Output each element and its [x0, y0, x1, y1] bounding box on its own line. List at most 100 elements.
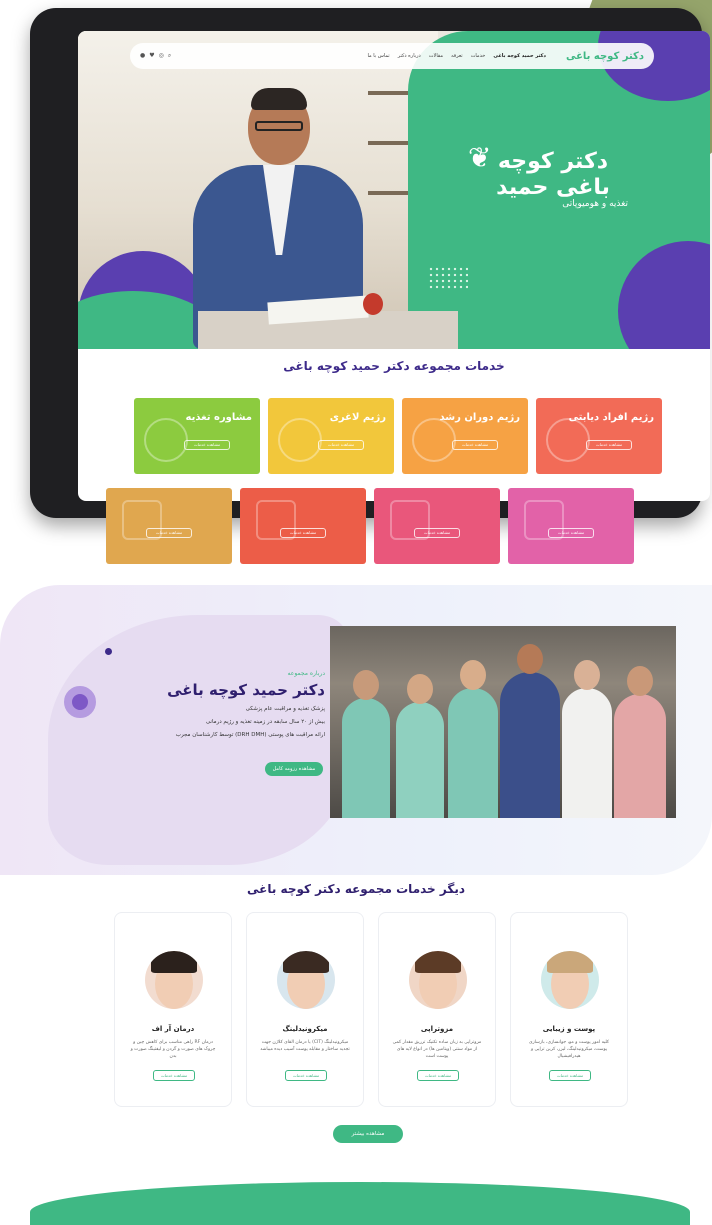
team-member-head — [353, 670, 379, 700]
nav-item-home[interactable]: دکتر حمید کوچه باغی — [493, 53, 546, 59]
hair-shape — [547, 951, 593, 973]
service-tile-button[interactable]: مشاهده خدمات — [184, 440, 230, 450]
service-card-title: پوست و زیبایی — [542, 1025, 596, 1033]
team-member-head — [460, 660, 486, 690]
service-card-description: کلیه امور پوست و مو، جوانسازی، بازسازی پ… — [528, 1040, 610, 1059]
page: ❦ دکتر کوچه باغی حمید تغذیه و هومیوپاتی … — [0, 0, 712, 1225]
fruit-illustration-icon — [412, 418, 456, 462]
ring-decoration — [64, 686, 96, 718]
instagram-icon[interactable]: ◎ — [159, 52, 164, 60]
service-card-button[interactable]: مشاهده خدمات — [285, 1070, 327, 1081]
service-tile-button[interactable]: مشاهده خدمات — [318, 440, 364, 450]
fruit-illustration-icon — [546, 418, 590, 462]
tablet-screen: ❦ دکتر کوچه باغی حمید تغذیه و هومیوپاتی … — [78, 31, 710, 501]
service-tile-button[interactable]: مشاهده خدمات — [280, 528, 326, 538]
doctor-in-team — [500, 644, 560, 818]
vegetable-illustration-icon — [144, 418, 188, 462]
service-card-image — [145, 951, 203, 1009]
services-title: خدمات مجموعه دکتر حمید کوچه باغی — [283, 359, 505, 373]
service-card-title: میکرونیدلینگ — [282, 1025, 328, 1033]
service-tile[interactable]: مشاهده خدمات — [240, 488, 366, 564]
service-tile-button[interactable]: مشاهده خدمات — [452, 440, 498, 450]
services-grid-row2: مشاهده خدمات مشاهده خدمات مشاهده خدمات م… — [104, 488, 634, 564]
dot-pattern — [428, 266, 468, 290]
about-line: پزشک تغذیه و مراقبت عام پزشکی — [245, 706, 325, 712]
fruit-illustration-icon — [278, 418, 322, 462]
apple — [363, 293, 383, 315]
team-member-head — [574, 660, 600, 690]
service-tile-name: رژیم دوران رشد — [439, 412, 520, 423]
service-card-image — [277, 951, 335, 1009]
other-services-title: دیگر خدمات مجموعه دکتر کوچه باغی — [247, 882, 465, 896]
doctor-glasses — [255, 121, 303, 131]
nav-item-services[interactable]: خدمات — [471, 53, 486, 59]
hair-shape — [283, 951, 329, 973]
hero-banner: ❦ دکتر کوچه باغی حمید تغذیه و هومیوپاتی … — [78, 31, 710, 349]
team-photo — [330, 626, 676, 818]
service-tile-weight-loss[interactable]: رژیم لاغری مشاهده خدمات — [268, 398, 394, 474]
main-navbar: دکتر کوچه باغی دکتر حمید کوچه باغی خدمات… — [130, 43, 654, 69]
dot-decoration — [105, 648, 112, 655]
service-tile-name: مشاوره تغذیه — [185, 412, 252, 423]
service-card-button[interactable]: مشاهده خدمات — [549, 1070, 591, 1081]
hero-logo-subtitle: تغذیه و هومیوپاتی — [562, 199, 628, 209]
service-tile[interactable]: مشاهده خدمات — [374, 488, 500, 564]
service-card-description: درمان RF راهی مناسب برای کاهش چین و چروک… — [130, 1040, 216, 1059]
services-grid: رژیم افراد دیابتی مشاهده خدمات رژیم دورا… — [132, 398, 662, 474]
service-tile-button[interactable]: مشاهده خدمات — [548, 528, 594, 538]
about-kicker: درباره مجموعه — [287, 670, 325, 677]
service-tile-nutrition[interactable]: مشاوره تغذیه مشاهده خدمات — [134, 398, 260, 474]
nav-item-about[interactable]: درباره دکتر — [398, 53, 421, 59]
hair-shape — [415, 951, 461, 973]
twitter-icon[interactable]: ♥ — [149, 52, 154, 60]
service-card-microneedling[interactable]: میکرونیدلینگ میکرونیدلینگ (CIT) یا درمان… — [246, 912, 364, 1107]
team-member — [342, 670, 390, 818]
tablet-mockup: ❦ دکتر کوچه باغی حمید تغذیه و هومیوپاتی … — [30, 8, 710, 518]
nav-item-tariff[interactable]: تعرفه — [451, 53, 463, 59]
full-resume-button[interactable]: مشاهده رزومه کامل — [265, 762, 323, 776]
service-tile-name: رژیم افراد دیابتی — [568, 412, 654, 423]
service-card-title: مزوتراپی — [420, 1025, 454, 1033]
team-member-head — [517, 644, 543, 674]
service-tile-button[interactable]: مشاهده خدمات — [414, 528, 460, 538]
team-member — [614, 666, 666, 818]
doctor-hair — [251, 88, 307, 110]
team-member — [562, 660, 612, 818]
nav-item-contact[interactable]: تماس با ما — [367, 53, 389, 59]
nav-logo[interactable]: دکتر کوچه باغی — [566, 51, 644, 62]
service-card-skin-beauty[interactable]: پوست و زیبایی کلیه امور پوست و مو، جوانس… — [510, 912, 628, 1107]
service-tile[interactable]: مشاهده خدمات — [106, 488, 232, 564]
other-services-cards: پوست و زیبایی کلیه امور پوست و مو، جوانس… — [112, 912, 628, 1107]
service-card-image — [541, 951, 599, 1009]
hair-shape — [151, 951, 197, 973]
service-card-image — [409, 951, 467, 1009]
nav-icons: ⌕ ◎ ♥ ● — [140, 52, 171, 60]
search-icon[interactable]: ⌕ — [168, 52, 171, 60]
about-wave-shape — [48, 615, 348, 865]
service-card-mesotherapy[interactable]: مزوتراپی مزوتراپی به زبان ساده تکنیک تزر… — [378, 912, 496, 1107]
team-member — [448, 660, 498, 818]
service-card-description: میکرونیدلینگ (CIT) یا درمان القای کلاژن … — [260, 1040, 350, 1052]
service-tile-name: رژیم لاغری — [329, 412, 386, 423]
service-tile-button[interactable]: مشاهده خدمات — [146, 528, 192, 538]
service-tile[interactable]: مشاهده خدمات — [508, 488, 634, 564]
service-card-rf[interactable]: درمان آر اف درمان RF راهی مناسب برای کاه… — [114, 912, 232, 1107]
service-tile-diabetic[interactable]: رژیم افراد دیابتی مشاهده خدمات — [536, 398, 662, 474]
team-member-head — [407, 674, 433, 704]
hero-logo-name: دکتر کوچه باغی حمید — [496, 149, 610, 200]
whatsapp-icon[interactable]: ● — [140, 52, 145, 60]
service-tile-growth[interactable]: رژیم دوران رشد مشاهده خدمات — [402, 398, 528, 474]
nav-item-articles[interactable]: مقالات — [429, 53, 443, 59]
about-text-block: درباره مجموعه دکتر حمید کوچه باغی پزشک ت… — [140, 670, 325, 738]
footer-wave — [30, 1182, 690, 1225]
service-tile-button[interactable]: مشاهده خدمات — [586, 440, 632, 450]
team-member-head — [627, 666, 653, 696]
about-line: بیش از ۲۰ سال سابقه در زمینه تغذیه و رژی… — [205, 719, 325, 725]
service-card-button[interactable]: مشاهده خدمات — [153, 1070, 195, 1081]
team-member — [396, 674, 444, 818]
about-line: ارائه مراقبت های پوستی (DRH DMH) توسط کا… — [175, 732, 325, 738]
about-doctor-name: دکتر حمید کوچه باغی — [167, 681, 325, 699]
service-card-button[interactable]: مشاهده خدمات — [417, 1070, 459, 1081]
view-more-button[interactable]: مشاهده بیشتر — [333, 1125, 403, 1143]
service-card-description: مزوتراپی به زبان ساده تکنیک تزریق مقدار … — [392, 1040, 482, 1059]
